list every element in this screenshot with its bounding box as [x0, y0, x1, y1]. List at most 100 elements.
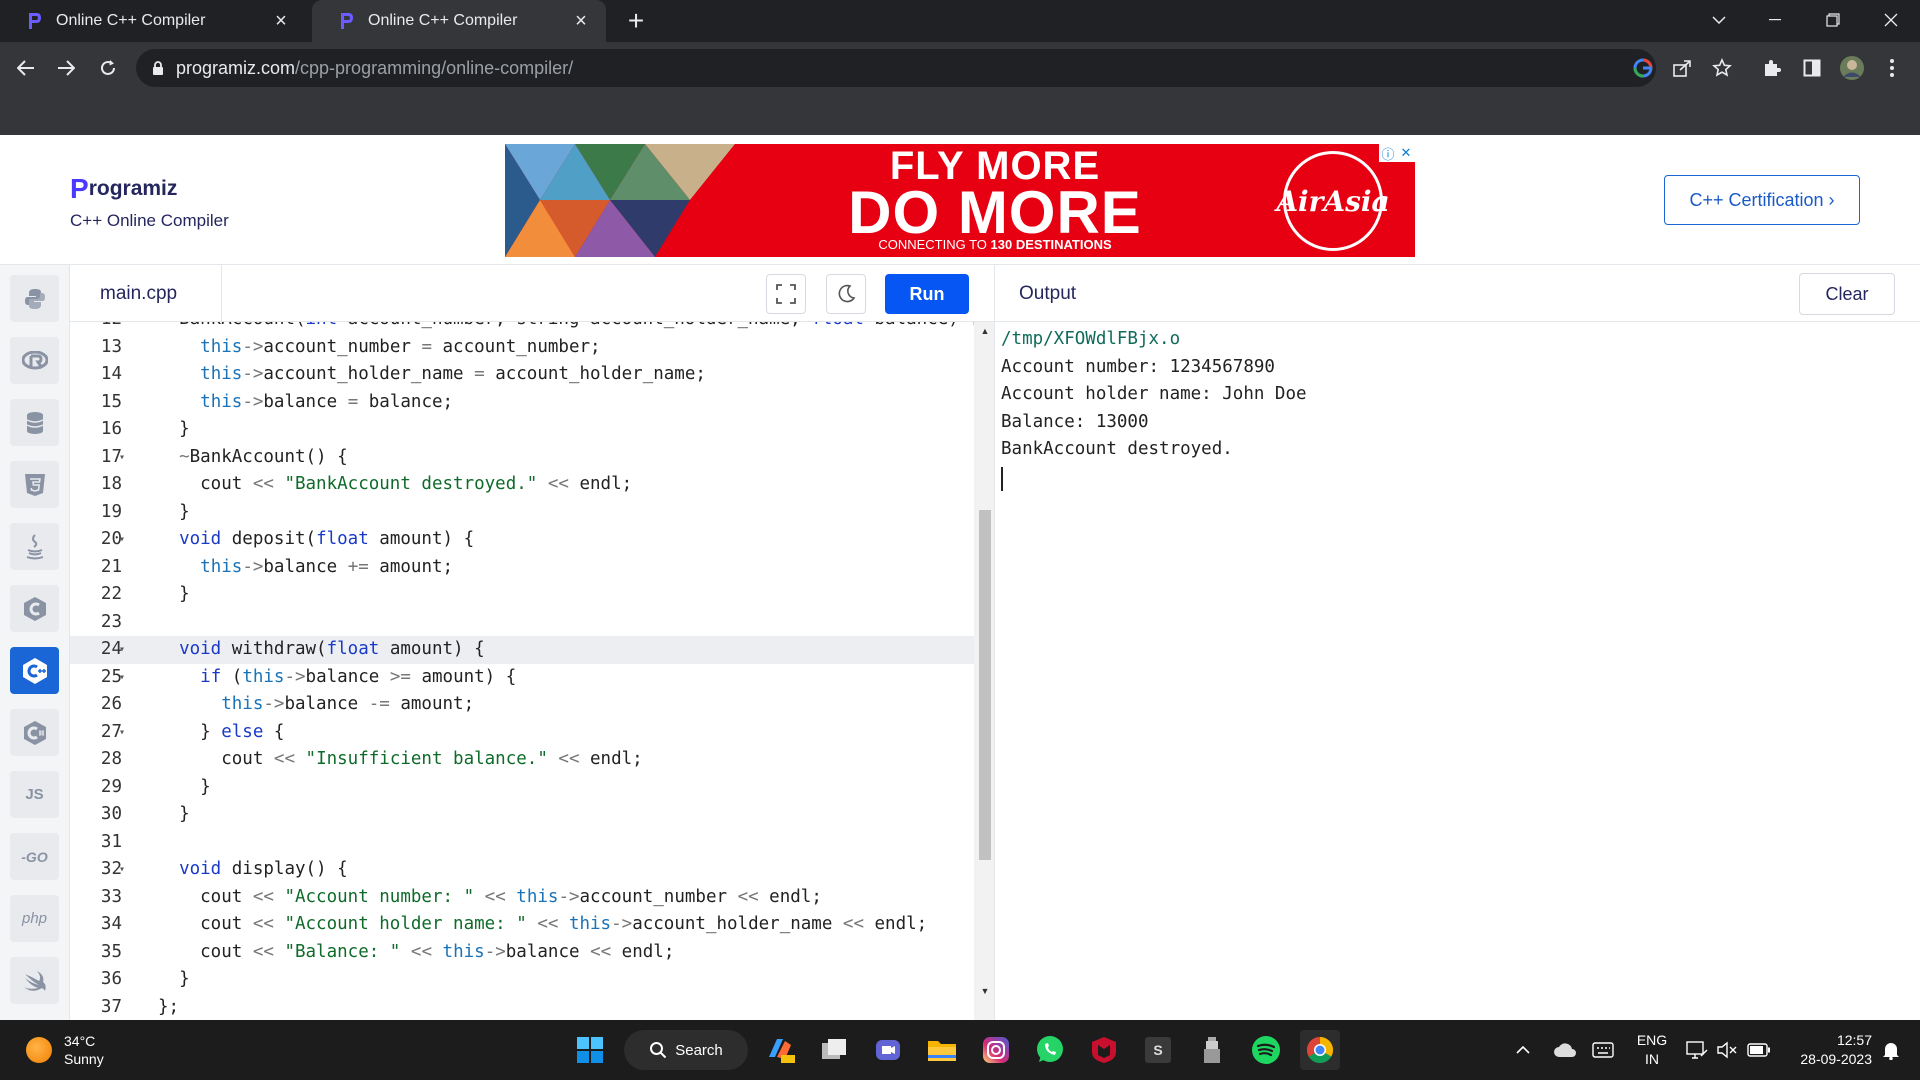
code-line[interactable]: 17 ▾ ~BankAccount() { — [70, 444, 974, 472]
php-language-button[interactable]: php — [10, 895, 59, 942]
cpp-certification-button[interactable]: C++ Certification › — [1664, 175, 1860, 225]
fold-arrow-icon[interactable]: ▾ — [119, 664, 131, 692]
editor-scrollbar[interactable]: ▲ ▼ — [974, 322, 994, 1020]
address-bar[interactable]: programiz.com/cpp-programming/online-com… — [136, 49, 1656, 87]
file-tab-main-cpp[interactable]: main.cpp — [70, 265, 222, 322]
code-line[interactable]: 18 cout << "BankAccount destroyed." << e… — [70, 471, 974, 499]
task-view-icon[interactable] — [814, 1030, 854, 1070]
input-language-indicator[interactable]: ENG IN — [1630, 1031, 1674, 1069]
spotify-icon[interactable] — [1246, 1030, 1286, 1070]
r-language-button[interactable] — [10, 337, 59, 384]
code-line[interactable]: 13 this->account_number = account_number… — [70, 334, 974, 362]
code-line[interactable]: 37}; — [70, 994, 974, 1021]
python-language-button[interactable] — [10, 275, 59, 322]
run-button[interactable]: Run — [885, 274, 969, 314]
brand[interactable]: Programiz C++ Online Compiler — [70, 173, 229, 231]
fold-arrow-icon[interactable]: ▾ — [119, 856, 131, 884]
browser-tab-2[interactable]: Online C++ Compiler × — [312, 0, 606, 42]
swift-language-button[interactable] — [10, 957, 59, 1004]
code-line[interactable]: 29 } — [70, 774, 974, 802]
browser-tab-1[interactable]: Online C++ Compiler × — [0, 0, 306, 42]
back-arrow-icon[interactable] — [10, 52, 42, 84]
code-line[interactable]: 27 ▾ } else { — [70, 719, 974, 747]
volume-muted-icon[interactable] — [1714, 1020, 1740, 1080]
java-language-button[interactable] — [10, 523, 59, 570]
keyboard-icon[interactable] — [1588, 1020, 1618, 1080]
code-line[interactable]: 35 cout << "Balance: " << this->balance … — [70, 939, 974, 967]
taskbar-search[interactable]: Search — [624, 1030, 748, 1070]
clear-button[interactable]: Clear — [1799, 273, 1895, 315]
scrollbar-thumb[interactable] — [979, 510, 991, 860]
code-line[interactable]: 24 ▾ void withdraw(float amount) { — [70, 636, 974, 664]
network-icon[interactable] — [1684, 1020, 1710, 1080]
copilot-preview-icon[interactable] — [760, 1030, 800, 1070]
system-clock[interactable]: 12:57 28-09-2023 — [1782, 1031, 1872, 1069]
mcafee-icon[interactable] — [1084, 1030, 1124, 1070]
close-icon[interactable]: × — [570, 10, 592, 32]
scroll-up-icon[interactable]: ▲ — [979, 326, 991, 336]
instagram-icon[interactable] — [976, 1030, 1016, 1070]
code-line[interactable]: 30 } — [70, 801, 974, 829]
code-line[interactable]: 25 ▾ if (this->balance >= amount) { — [70, 664, 974, 692]
bookmark-star-icon[interactable] — [1706, 52, 1738, 84]
fold-arrow-icon[interactable]: ▾ — [119, 719, 131, 747]
code-line[interactable]: 15 this->balance = balance; — [70, 389, 974, 417]
code-line[interactable]: 33 cout << "Account number: " << this->a… — [70, 884, 974, 912]
new-tab-button[interactable]: + — [620, 6, 652, 36]
code-line[interactable]: 36 } — [70, 966, 974, 994]
lock-icon[interactable] — [152, 60, 164, 76]
code-line[interactable]: 20 ▾ void deposit(float amount) { — [70, 526, 974, 554]
side-panel-icon[interactable] — [1796, 52, 1828, 84]
programiz-logo[interactable]: Programiz — [70, 173, 229, 205]
weather-widget[interactable]: 34°C Sunny — [26, 1032, 104, 1068]
close-icon[interactable]: × — [270, 10, 292, 32]
onedrive-cloud-icon[interactable] — [1550, 1020, 1580, 1080]
share-icon[interactable] — [1666, 52, 1698, 84]
javascript-language-button[interactable]: JS — [10, 771, 59, 818]
show-hidden-icons-chevron-icon[interactable] — [1510, 1020, 1536, 1080]
code-line[interactable]: 23 — [70, 609, 974, 637]
code-line[interactable]: 22 } — [70, 581, 974, 609]
code-line[interactable]: 12 BankAccount(int account_number, strin… — [70, 322, 980, 334]
fold-arrow-icon[interactable]: ▾ — [119, 444, 131, 472]
csharp-language-button[interactable] — [10, 709, 59, 756]
code-editor[interactable]: 12 BankAccount(int account_number, strin… — [70, 322, 994, 1020]
code-line[interactable]: 34 cout << "Account holder name: " << th… — [70, 911, 974, 939]
minimize-icon[interactable] — [1752, 0, 1798, 40]
reload-icon[interactable] — [92, 52, 124, 84]
c-language-button[interactable] — [10, 585, 59, 632]
advertisement-banner[interactable]: FLY MORE DO MORE CONNECTING TO 130 DESTI… — [505, 144, 1415, 257]
notification-bell-icon[interactable] — [1876, 1020, 1906, 1080]
pinned-app-icon[interactable] — [1192, 1030, 1232, 1070]
code-line[interactable]: 31 — [70, 829, 974, 857]
forward-arrow-icon[interactable] — [50, 52, 82, 84]
code-line[interactable]: 19 } — [70, 499, 974, 527]
cpp-language-button[interactable] — [10, 647, 59, 694]
google-lens-icon[interactable] — [1627, 52, 1659, 84]
output-console[interactable]: /tmp/XFOWdlFBjx.o Account number: 123456… — [994, 322, 1920, 1020]
ad-info-icon[interactable]: ⓘ — [1379, 144, 1397, 162]
restore-icon[interactable] — [1810, 0, 1856, 40]
battery-icon[interactable] — [1744, 1020, 1774, 1080]
profile-avatar[interactable] — [1836, 52, 1868, 84]
file-explorer-icon[interactable] — [922, 1030, 962, 1070]
fold-arrow-icon[interactable]: ▾ — [119, 636, 131, 664]
code-line[interactable]: 28 cout << "Insufficient balance." << en… — [70, 746, 974, 774]
fold-arrow-icon[interactable]: ▾ — [119, 526, 131, 554]
code-line[interactable]: 14 this->account_holder_name = account_h… — [70, 361, 974, 389]
ad-close-icon[interactable]: ✕ — [1397, 144, 1415, 162]
html-language-button[interactable] — [10, 461, 59, 508]
fullscreen-button[interactable] — [766, 274, 806, 314]
scroll-down-icon[interactable]: ▼ — [979, 986, 991, 996]
sql-language-button[interactable] — [10, 399, 59, 446]
s-app-icon[interactable]: S — [1138, 1030, 1178, 1070]
code-line[interactable]: 21 this->balance += amount; — [70, 554, 974, 582]
tab-search-chevron-icon[interactable] — [1696, 0, 1742, 40]
window-close-icon[interactable] — [1868, 0, 1914, 40]
code-line[interactable]: 16 } — [70, 416, 974, 444]
start-button[interactable] — [570, 1030, 610, 1070]
code-line[interactable]: 26 this->balance -= amount; — [70, 691, 974, 719]
chrome-menu-icon[interactable] — [1876, 52, 1908, 84]
go-language-button[interactable]: -GO — [10, 833, 59, 880]
whatsapp-icon[interactable] — [1030, 1030, 1070, 1070]
